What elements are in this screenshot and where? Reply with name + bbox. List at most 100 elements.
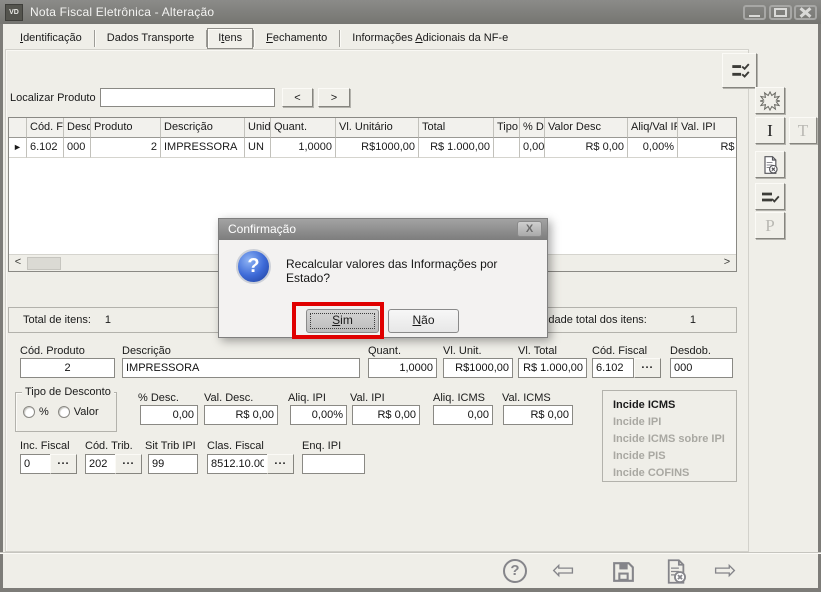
- dialog-close-button[interactable]: X: [517, 221, 542, 237]
- cod-fiscal-field[interactable]: [592, 358, 634, 378]
- val-desc-field[interactable]: [204, 405, 278, 425]
- grid-header-total[interactable]: Total: [419, 118, 494, 138]
- grid-header-valor-desc[interactable]: Valor Desc: [545, 118, 628, 138]
- document-delete-icon: [662, 558, 689, 585]
- enq-ipi-field[interactable]: [302, 454, 365, 474]
- tab-informacoes-adicionais[interactable]: Informações Adicionais da NF-e: [340, 28, 520, 49]
- desdob-label: Desdob.: [670, 345, 711, 357]
- grid-header-descricao[interactable]: Descrição: [161, 118, 245, 138]
- confirm-lines-button[interactable]: [755, 183, 785, 210]
- burst-button[interactable]: [755, 87, 785, 114]
- radio-percent-icon: [23, 406, 35, 418]
- aliq-icms-label: Aliq. ICMS: [433, 392, 485, 404]
- clas-fiscal-field[interactable]: [207, 454, 268, 474]
- sit-trib-ipi-field[interactable]: [148, 454, 198, 474]
- clas-fiscal-lookup-button[interactable]: ...: [267, 454, 294, 474]
- minimize-button[interactable]: [743, 5, 766, 20]
- window-border-left: [0, 24, 3, 588]
- maximize-button[interactable]: [769, 5, 792, 20]
- val-ipi-field[interactable]: [352, 405, 420, 425]
- print-button: P: [755, 212, 785, 239]
- val-desc-label: Val. Desc.: [204, 392, 253, 404]
- scroll-left-icon[interactable]: <: [10, 255, 26, 270]
- dialog-message: Recalcular valores das Informações por E…: [286, 257, 538, 285]
- dialog-title-bar: Confirmação: [219, 219, 547, 240]
- tab-itens[interactable]: Itens: [207, 28, 253, 49]
- grid-header-selector: [9, 118, 27, 138]
- pct-desc-field[interactable]: [140, 405, 198, 425]
- close-button[interactable]: [794, 5, 817, 20]
- scrollbar-thumb[interactable]: [27, 257, 61, 270]
- grid-row-impressora[interactable]: ► 6.102 000 2 IMPRESSORA UN 1,0000 R$100…: [9, 138, 736, 158]
- tipo-desconto-groupbox: Tipo de Desconto % Valor: [15, 392, 117, 432]
- tab-dados-transporte[interactable]: Dados Transporte: [95, 28, 206, 49]
- grid-header-tipo[interactable]: Tipo: [494, 118, 520, 138]
- click-highlight: [292, 302, 384, 339]
- help-icon[interactable]: ?: [503, 559, 527, 583]
- aliq-icms-field[interactable]: [433, 405, 493, 425]
- scroll-right-icon[interactable]: >: [719, 255, 735, 270]
- radio-percent[interactable]: %: [23, 406, 49, 418]
- cod-trib-label: Cód. Trib.: [85, 440, 133, 452]
- nao-button[interactable]: Não: [388, 309, 459, 333]
- delete-item-button[interactable]: [755, 151, 785, 178]
- cod-trib-lookup-button[interactable]: ...: [115, 454, 142, 474]
- clas-fiscal-label: Clas. Fiscal: [207, 440, 264, 452]
- pct-desc-label: % Desc.: [138, 392, 179, 404]
- grid-header-desdob[interactable]: Desd: [64, 118, 91, 138]
- aliq-ipi-field[interactable]: [290, 405, 347, 425]
- cell-desdob: 000: [64, 138, 91, 158]
- grid-header-val-ipi[interactable]: Val. IPI: [678, 118, 737, 138]
- aliq-ipi-label: Aliq. IPI: [288, 392, 326, 404]
- cancel-document-button[interactable]: [662, 558, 689, 585]
- grid-header-unid[interactable]: Unid: [245, 118, 271, 138]
- quant-field[interactable]: [368, 358, 437, 378]
- search-label: Localizar Produto: [10, 92, 96, 104]
- incide-icms: Incide ICMS: [613, 397, 736, 414]
- grid-header-pct-desc[interactable]: % De: [520, 118, 545, 138]
- vl-unit-field[interactable]: [443, 358, 513, 378]
- quant-label: Quant.: [368, 345, 401, 357]
- minimize-icon: [749, 15, 760, 17]
- descricao-label: Descrição: [122, 345, 171, 357]
- cell-vl-unitario: R$1000,00: [336, 138, 419, 158]
- lines-check-icon: [760, 187, 780, 207]
- grid-header-vl-unitario[interactable]: Vl. Unitário: [336, 118, 419, 138]
- search-input[interactable]: [100, 88, 275, 107]
- cod-fiscal-label: Cód. Fiscal: [592, 345, 647, 357]
- italic-button[interactable]: I: [755, 117, 785, 144]
- cod-fiscal-lookup-button[interactable]: ...: [634, 358, 661, 378]
- previous-item-button[interactable]: <: [282, 88, 313, 107]
- grid-header-cod-fiscal[interactable]: Cód. F: [27, 118, 64, 138]
- app-icon: VD: [5, 4, 23, 21]
- inc-fiscal-lookup-button[interactable]: ...: [50, 454, 77, 474]
- vl-total-field[interactable]: [518, 358, 587, 378]
- desdob-field[interactable]: [670, 358, 733, 378]
- bottom-toolbar-divider: [0, 552, 821, 553]
- tab-bar: Identificação Dados Transporte Itens Fec…: [8, 28, 520, 49]
- save-button[interactable]: [610, 558, 637, 585]
- grid-header-produto[interactable]: Produto: [91, 118, 161, 138]
- grid-header-aliq-val-ipi[interactable]: Aliq/Val IP: [628, 118, 678, 138]
- back-arrow-icon[interactable]: ⇦: [552, 557, 575, 584]
- cod-produto-label: Cód. Produto: [20, 345, 85, 357]
- descricao-field[interactable]: [122, 358, 360, 378]
- cod-produto-field[interactable]: [20, 358, 115, 378]
- grid-header-quant[interactable]: Quant.: [271, 118, 336, 138]
- radio-valor-icon: [58, 406, 70, 418]
- maximize-icon: [774, 8, 787, 17]
- inc-fiscal-field[interactable]: [20, 454, 51, 474]
- radio-valor[interactable]: Valor: [58, 406, 99, 418]
- val-icms-field[interactable]: [503, 405, 573, 425]
- row-marker-icon: ►: [9, 138, 27, 158]
- forward-arrow-icon[interactable]: ⇨: [714, 557, 737, 584]
- mark-all-items-button[interactable]: [722, 53, 757, 88]
- tab-identificacao[interactable]: Identificação: [8, 28, 94, 49]
- question-icon: ?: [236, 249, 271, 284]
- tab-fechamento[interactable]: Fechamento: [254, 28, 339, 49]
- val-icms-label: Val. ICMS: [502, 392, 551, 404]
- quantidade-total-value: 1: [690, 314, 696, 326]
- cod-trib-field[interactable]: [85, 454, 116, 474]
- incide-ipi: Incide IPI: [613, 414, 736, 431]
- next-item-button[interactable]: >: [318, 88, 350, 107]
